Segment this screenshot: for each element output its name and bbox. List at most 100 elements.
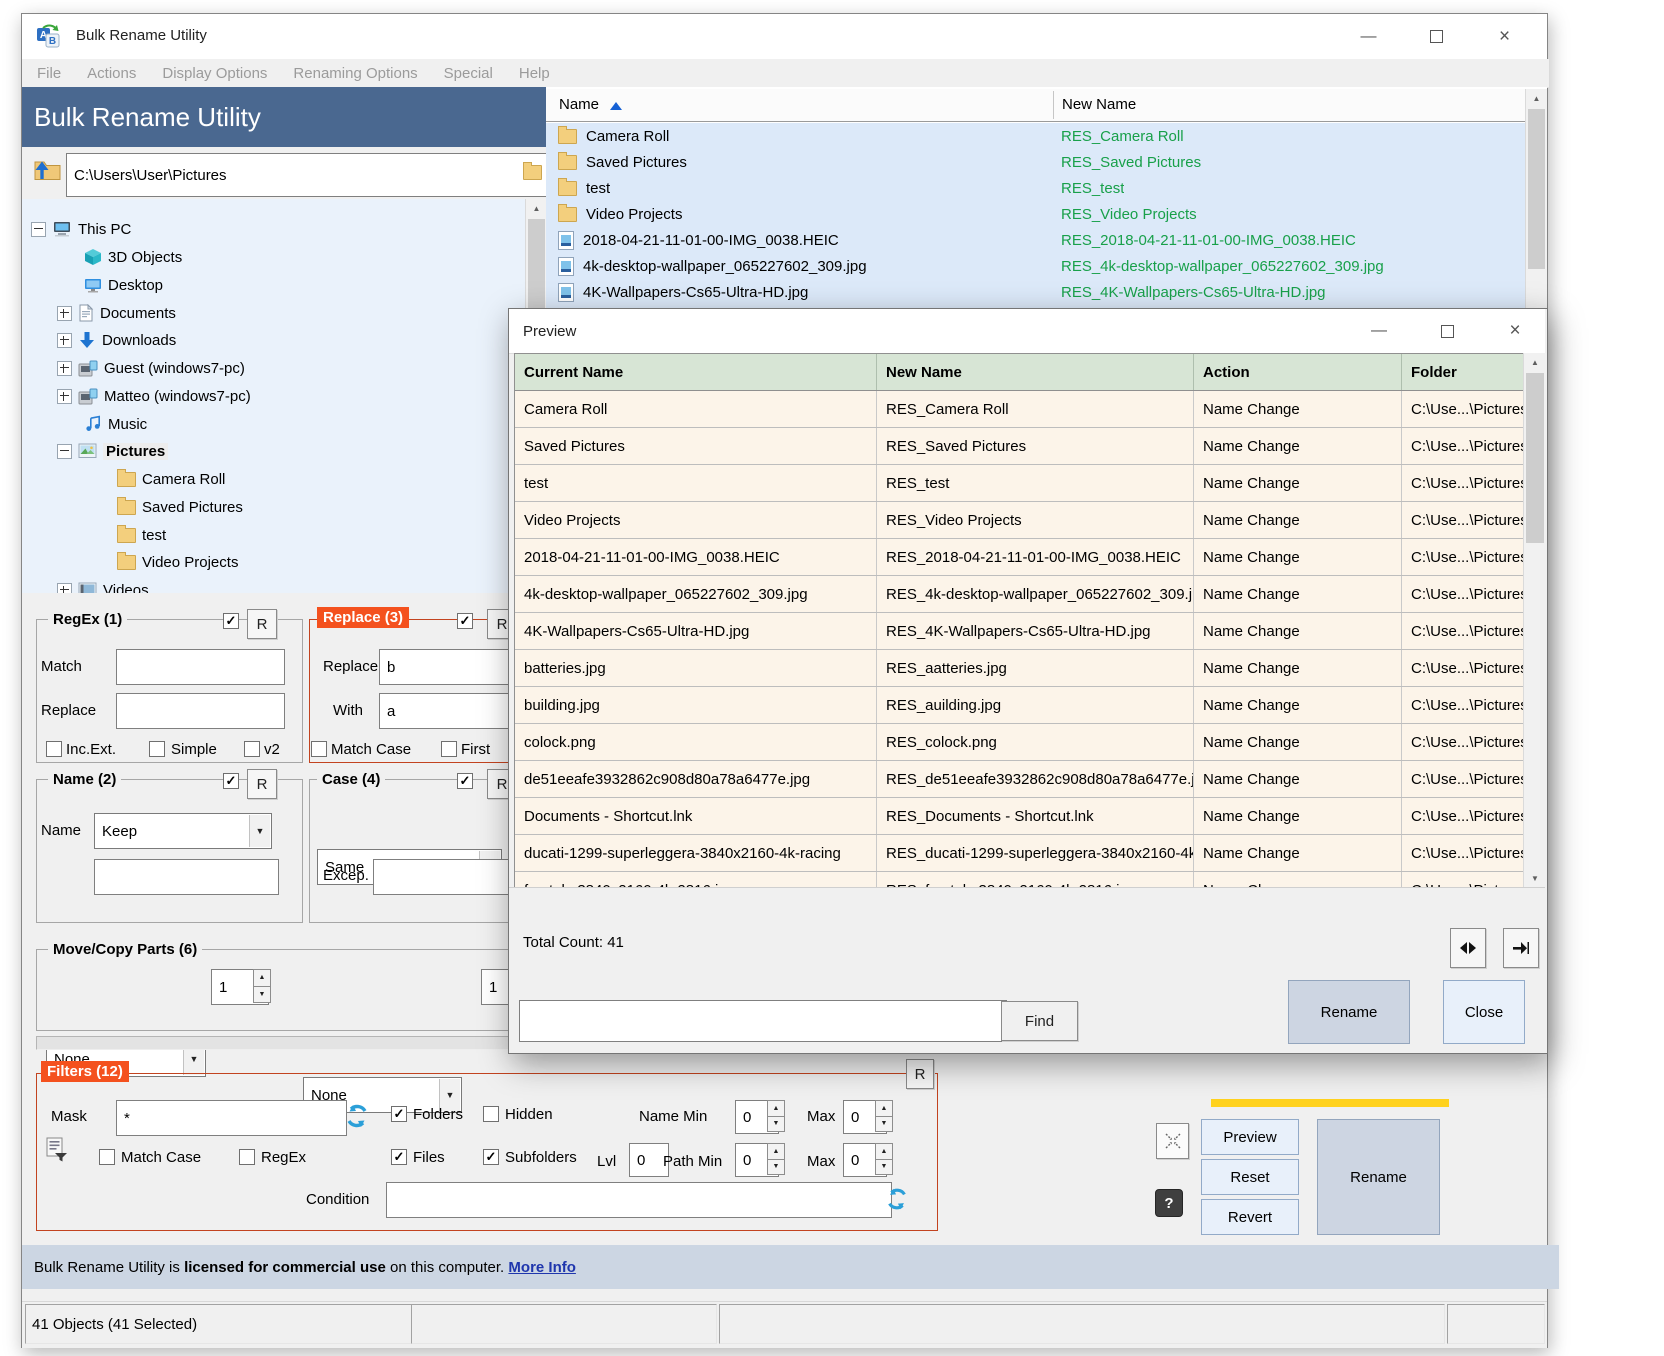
preview-row[interactable]: testRES_testName ChangeC:\Use...\Picture…	[515, 465, 1524, 502]
column-new-name[interactable]: New Name	[1062, 96, 1136, 113]
tree-item-desktop[interactable]: Desktop	[78, 271, 163, 299]
close-icon[interactable]: ×	[1493, 309, 1537, 353]
close-icon[interactable]: ×	[1482, 14, 1527, 59]
menu-file[interactable]: File	[24, 65, 74, 82]
scroll-thumb[interactable]	[1528, 109, 1545, 269]
filters-name-min-stepper[interactable]: ▲▼	[767, 1100, 785, 1132]
dialog-rename-button[interactable]: Rename	[1288, 980, 1410, 1044]
tree-item-video-projects[interactable]: Video Projects	[111, 548, 238, 576]
file-row[interactable]: 2018-04-21-11-01-00-IMG_0038.HEIC RES_20…	[546, 227, 1525, 253]
filters-matchcase-checkbox[interactable]	[99, 1149, 115, 1165]
regex-v2-checkbox[interactable]	[244, 741, 260, 757]
preview-row[interactable]: Video ProjectsRES_Video ProjectsName Cha…	[515, 502, 1524, 539]
regex-replace-input[interactable]	[116, 693, 285, 729]
tree-item-downloads[interactable]: Downloads	[57, 326, 176, 354]
reset-button[interactable]: Reset	[1201, 1159, 1299, 1195]
expand-icon[interactable]	[57, 333, 72, 348]
title-bar[interactable]: AB Bulk Rename Utility — ×	[22, 14, 1547, 59]
regex-incext-checkbox[interactable]	[46, 741, 62, 757]
filters-mask-input[interactable]: *	[116, 1100, 347, 1136]
filters-name-max-stepper[interactable]: ▲▼	[875, 1100, 893, 1132]
scroll-up-icon[interactable]: ▲	[1526, 89, 1547, 107]
filters-files-checkbox[interactable]: ✓	[391, 1149, 407, 1165]
preview-row[interactable]: batteries.jpgRES_aatteries.jpgName Chang…	[515, 650, 1524, 687]
preview-row[interactable]: 4k-desktop-wallpaper_065227602_309.jpgRE…	[515, 576, 1524, 613]
file-row[interactable]: Video Projects RES_Video Projects	[546, 201, 1525, 227]
preview-row[interactable]: Documents - Shortcut.lnkRES_Documents - …	[515, 798, 1524, 835]
filters-regex-checkbox[interactable]	[239, 1149, 255, 1165]
refresh-icon[interactable]	[884, 1186, 910, 1212]
regex-enabled-checkbox[interactable]: ✓	[223, 613, 239, 629]
tree-item-this-pc[interactable]: This PC	[31, 215, 131, 243]
preview-row[interactable]: colock.pngRES_colock.pngName ChangeC:\Us…	[515, 724, 1524, 761]
preview-title-bar[interactable]: Preview — ×	[509, 309, 1545, 354]
tree-item-pictures[interactable]: Pictures	[57, 437, 168, 465]
regex-match-input[interactable]	[116, 649, 285, 685]
dialog-close-button[interactable]: Close	[1443, 980, 1525, 1044]
file-row[interactable]: test RES_test	[546, 175, 1525, 201]
name-enabled-checkbox[interactable]: ✓	[223, 773, 239, 789]
column-current-name[interactable]: Current Name	[515, 354, 877, 390]
column-name[interactable]: Name	[559, 96, 599, 113]
chevron-down-icon[interactable]: ▼	[249, 815, 270, 847]
replace-matchcase-checkbox[interactable]	[311, 741, 327, 757]
status-grip[interactable]	[1447, 1304, 1545, 1344]
filters-reset-button[interactable]: R	[906, 1059, 934, 1089]
preview-row[interactable]: Saved PicturesRES_Saved PicturesName Cha…	[515, 428, 1524, 465]
expand-icon[interactable]	[57, 583, 72, 594]
preview-row[interactable]: building.jpgRES_auilding.jpgName ChangeC…	[515, 687, 1524, 724]
tree-item-guest[interactable]: Guest (windows7-pc)	[57, 354, 245, 382]
replace-with-input[interactable]: a	[379, 693, 525, 729]
tree-item-matteo[interactable]: Matteo (windows7-pc)	[57, 382, 251, 410]
menu-special[interactable]: Special	[431, 65, 506, 82]
collapse-icon[interactable]	[57, 444, 72, 459]
preview-button[interactable]: Preview	[1201, 1119, 1299, 1155]
filters-path-max-stepper[interactable]: ▲▼	[875, 1143, 893, 1175]
replace-first-checkbox[interactable]	[441, 741, 457, 757]
tree-item-camera-roll[interactable]: Camera Roll	[111, 465, 225, 493]
regex-reset-button[interactable]: R	[247, 609, 277, 639]
resize-columns-button[interactable]	[1450, 928, 1486, 968]
minimize-icon[interactable]: —	[1357, 309, 1401, 353]
expand-icon[interactable]	[57, 361, 72, 376]
expand-icon[interactable]	[57, 306, 72, 321]
move-from-count-stepper[interactable]: ▲▼	[253, 969, 271, 1003]
case-excep-input[interactable]	[373, 859, 525, 895]
file-row[interactable]: Camera Roll RES_Camera Roll	[546, 123, 1525, 149]
revert-button[interactable]: Revert	[1201, 1199, 1299, 1235]
column-new-name[interactable]: New Name	[877, 354, 1194, 390]
tree-item-documents[interactable]: Documents	[57, 299, 176, 327]
browse-folder-icon[interactable]	[523, 165, 542, 184]
collapse-icon[interactable]	[31, 222, 46, 237]
preview-row[interactable]: ducati-1299-superleggera-3840x2160-4k-ra…	[515, 835, 1524, 872]
filters-folders-checkbox[interactable]: ✓	[391, 1106, 407, 1122]
file-row[interactable]: Saved Pictures RES_Saved Pictures	[546, 149, 1525, 175]
maximize-icon[interactable]	[1414, 14, 1459, 59]
preview-row[interactable]: 2018-04-21-11-01-00-IMG_0038.HEICRES_201…	[515, 539, 1524, 576]
tree-item-saved-pictures[interactable]: Saved Pictures	[111, 493, 243, 521]
column-folder[interactable]: Folder	[1402, 354, 1524, 390]
maximize-icon[interactable]	[1425, 309, 1469, 353]
menu-display-options[interactable]: Display Options	[149, 65, 280, 82]
menu-renaming-options[interactable]: Renaming Options	[280, 65, 430, 82]
filters-path-min-stepper[interactable]: ▲▼	[767, 1143, 785, 1175]
menu-actions[interactable]: Actions	[74, 65, 149, 82]
name-reset-button[interactable]: R	[247, 769, 277, 799]
scroll-thumb[interactable]	[1526, 373, 1544, 543]
more-info-link[interactable]: More Info	[508, 1259, 576, 1276]
help-button[interactable]: ?	[1155, 1189, 1183, 1217]
export-arrow-button[interactable]	[1503, 928, 1539, 968]
preview-row[interactable]: 4K-Wallpapers-Cs65-Ultra-HD.jpgRES_4K-Wa…	[515, 613, 1524, 650]
column-divider[interactable]	[1053, 91, 1054, 119]
regex-simple-checkbox[interactable]	[149, 741, 165, 757]
preview-row[interactable]: de51eeafe3932862c908d80a78a6477e.jpgRES_…	[515, 761, 1524, 798]
minimize-icon[interactable]: —	[1346, 14, 1391, 59]
tree-item-music[interactable]: Music	[78, 410, 147, 438]
column-action[interactable]: Action	[1194, 354, 1402, 390]
filters-subfolders-checkbox[interactable]: ✓	[483, 1149, 499, 1165]
tree-item-3d-objects[interactable]: 3D Objects	[78, 243, 182, 271]
filters-condition-input[interactable]	[386, 1182, 892, 1218]
scroll-up-icon[interactable]: ▲	[526, 199, 547, 217]
preview-scrollbar[interactable]: ▲ ▼	[1523, 353, 1546, 887]
case-enabled-checkbox[interactable]: ✓	[457, 773, 473, 789]
